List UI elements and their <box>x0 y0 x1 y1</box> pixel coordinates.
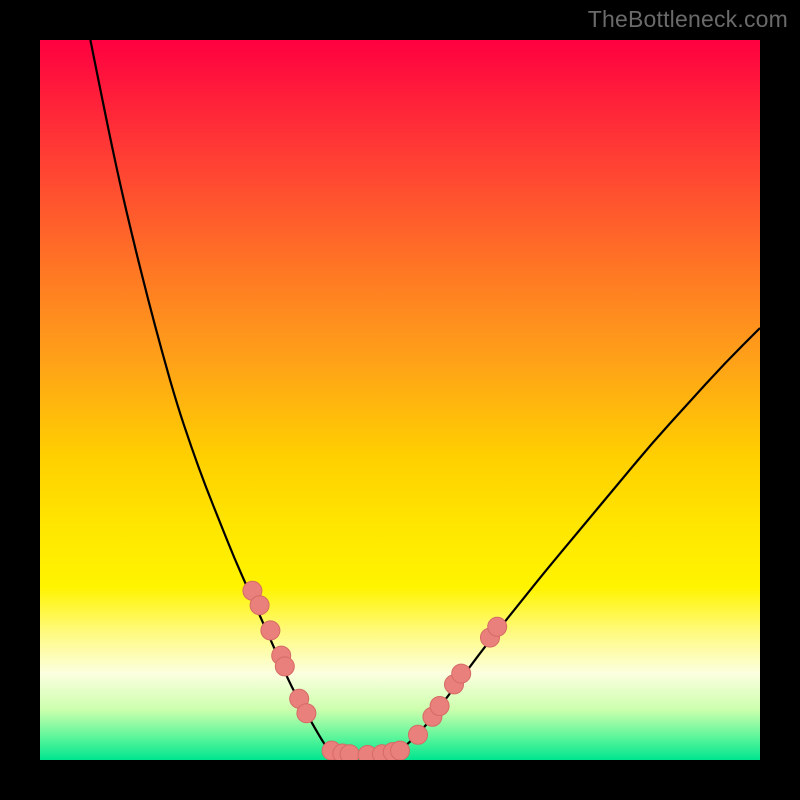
curve-marker <box>275 657 294 676</box>
curve-marker <box>340 745 359 760</box>
curve-marker <box>409 725 428 744</box>
chart-svg <box>40 40 760 760</box>
bottleneck-curve <box>90 40 760 755</box>
chart-plot-area <box>40 40 760 760</box>
curve-marker <box>430 697 449 716</box>
chart-frame: TheBottleneck.com <box>0 0 800 800</box>
curve-markers <box>243 581 507 760</box>
watermark-text: TheBottleneck.com <box>588 6 788 33</box>
curve-marker <box>297 704 316 723</box>
curve-marker <box>261 621 280 640</box>
curve-marker <box>452 664 471 683</box>
curve-marker <box>391 741 410 760</box>
curve-marker <box>488 617 507 636</box>
curve-marker <box>250 596 269 615</box>
